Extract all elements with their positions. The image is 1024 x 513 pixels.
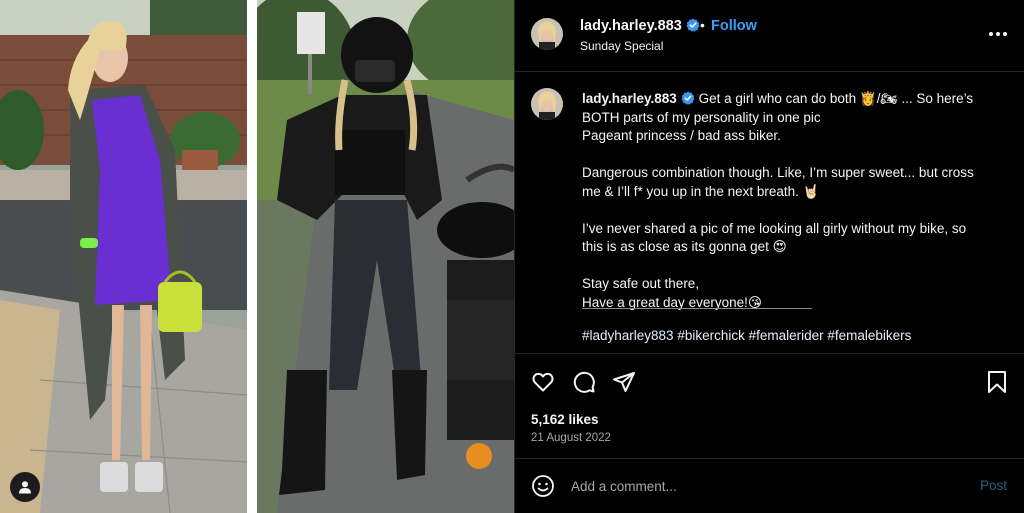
caption-text-line-6: I’ve never shared a pic of me looking al… — [582, 220, 967, 236]
photo-biker-illustration — [257, 0, 514, 513]
share-button[interactable] — [612, 370, 636, 394]
comment-bar: Post — [515, 459, 1024, 513]
caption-text-line-2: BOTH parts of my personality in one pic — [582, 109, 821, 125]
more-options-button[interactable] — [986, 26, 1010, 42]
bookmark-icon — [988, 371, 1006, 393]
avatar-image — [531, 88, 563, 120]
photo-biker — [257, 0, 514, 513]
send-icon — [613, 372, 635, 392]
post-media[interactable] — [0, 0, 514, 513]
user-icon — [19, 481, 31, 494]
username-link[interactable]: lady.harley.883 — [580, 18, 682, 34]
post-date[interactable]: 21 August 2022 — [531, 432, 611, 444]
like-count[interactable]: 5,162 likes — [531, 412, 599, 427]
comment-input[interactable] — [571, 474, 961, 498]
caption-text-line-1: Get a girl who can do both 👸/🏍 ... So he… — [698, 91, 974, 106]
caption-text-line-5: me & I’ll f* you up in the next breath. … — [582, 183, 820, 199]
like-button[interactable] — [531, 370, 555, 394]
caption-text-line-8: Stay safe out there, — [582, 276, 700, 291]
caption-text-line-4: Dangerous combination though. Like, I’m … — [582, 165, 974, 180]
caption-divider — [582, 308, 812, 309]
save-button[interactable] — [985, 370, 1009, 394]
emoji-button[interactable] — [531, 474, 555, 498]
tagged-users-button[interactable] — [10, 472, 40, 502]
comment-icon — [573, 371, 595, 393]
caption-text-line-7: this is as close as its gonna get 😍 — [582, 239, 787, 254]
caption-text-line-9: Have a great day everyone!😘 — [582, 294, 762, 310]
caption-text-line-3: Pageant princess / bad ass biker. — [582, 128, 781, 143]
caption-hashtags[interactable]: #ladyharley883 #bikerchick #femalerider … — [582, 328, 911, 343]
caption-username[interactable]: lady.harley.883 — [582, 91, 677, 106]
caption-text: lady.harley.883 Get a girl who can do bo… — [582, 90, 1012, 312]
post-actions: 5,162 likes 21 August 2022 — [515, 353, 1024, 459]
photo-girly — [0, 0, 247, 513]
verified-badge-icon — [686, 18, 700, 32]
avatar-image — [531, 18, 563, 50]
post-subtitle: Sunday Special — [580, 39, 664, 53]
header-username[interactable]: lady.harley.883 — [580, 18, 700, 34]
verified-badge-icon — [681, 91, 695, 105]
emoji-icon — [532, 475, 554, 497]
photo-divider — [247, 0, 257, 513]
avatar[interactable] — [531, 18, 563, 50]
more-horizontal-icon — [989, 32, 1007, 36]
caption-avatar[interactable] — [531, 88, 563, 120]
separator-dot: • — [700, 17, 705, 33]
caption-line-1: lady.harley.883 Get a girl who can do bo… — [582, 90, 1012, 109]
post-comment-button[interactable]: Post — [980, 478, 1007, 493]
post-header: lady.harley.883 • Follow Sunday Special — [515, 0, 1024, 72]
comment-button[interactable] — [572, 370, 596, 394]
follow-button[interactable]: Follow — [711, 18, 757, 34]
post-caption: lady.harley.883 Get a girl who can do bo… — [515, 72, 1024, 354]
photo-girly-illustration — [0, 0, 247, 513]
heart-icon — [532, 372, 554, 392]
post-panel: lady.harley.883 • Follow Sunday Special — [514, 0, 1024, 513]
